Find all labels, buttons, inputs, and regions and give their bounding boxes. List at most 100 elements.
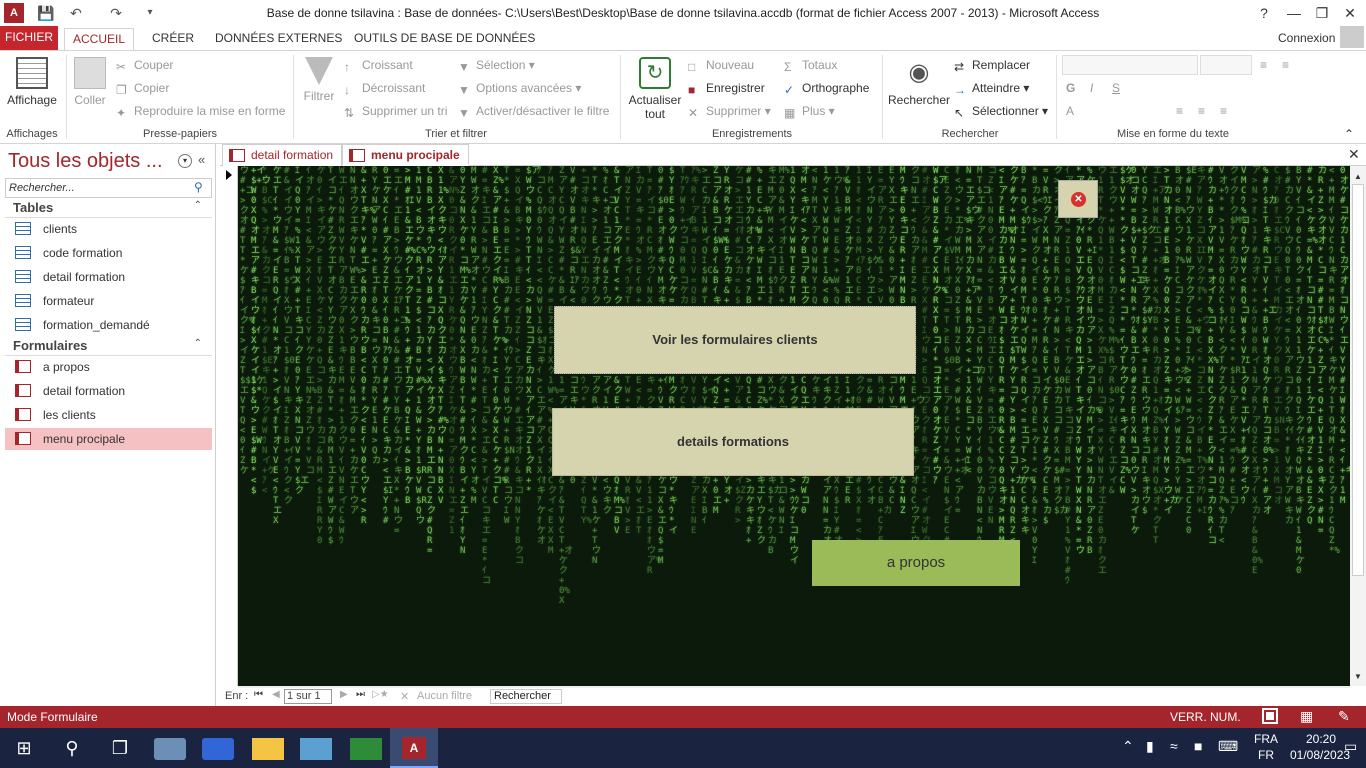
- access-taskbar-button[interactable]: A: [390, 728, 438, 768]
- align-right-icon[interactable]: ≡: [1220, 104, 1227, 118]
- app-icon[interactable]: [154, 738, 186, 760]
- form-view-icon[interactable]: [1262, 708, 1278, 724]
- app-icon[interactable]: [350, 738, 382, 760]
- design-view-icon[interactable]: ✎: [1338, 708, 1350, 725]
- scrollbar-thumb[interactable]: [1352, 184, 1364, 576]
- actualiser-tout-button[interactable]: ↻ Actualiser tout: [626, 57, 684, 121]
- tab-donnees-externes[interactable]: DONNÉES EXTERNES: [207, 28, 350, 50]
- nav-item-table[interactable]: formateur: [5, 290, 212, 312]
- a-propos-button[interactable]: a propos: [812, 540, 1020, 586]
- previous-record-icon[interactable]: ◀: [272, 689, 280, 700]
- totaux-button[interactable]: Σ Totaux: [784, 58, 837, 74]
- language-primary[interactable]: FRA: [1254, 732, 1278, 746]
- enregistrer-button[interactable]: ■ Enregistrer: [688, 81, 765, 97]
- coller-button[interactable]: Coller: [70, 57, 110, 107]
- couper-button[interactable]: ✂ Couper: [116, 58, 173, 74]
- remplacer-button[interactable]: ⇄ Remplacer: [954, 58, 1030, 74]
- filter-status[interactable]: Aucun filtre: [417, 690, 472, 702]
- font-size-select[interactable]: [1200, 55, 1252, 75]
- croissant-button[interactable]: ↑ Croissant: [344, 58, 413, 74]
- collapse-ribbon-icon[interactable]: ⌃: [1344, 127, 1354, 141]
- atteindre-button[interactable]: → Atteindre ▾: [954, 81, 1029, 97]
- nav-item-form[interactable]: detail formation: [5, 380, 212, 402]
- nav-item-table[interactable]: formation_demandé: [5, 314, 212, 336]
- clock-date[interactable]: 01/08/2023: [1290, 748, 1350, 762]
- scroll-up-icon[interactable]: ▲: [1354, 172, 1362, 181]
- details-formations-button[interactable]: details formations: [552, 408, 914, 476]
- minimize-button[interactable]: —: [1280, 2, 1308, 24]
- battery-icon[interactable]: ▮: [1146, 738, 1154, 755]
- search-icon[interactable]: ⚲: [194, 180, 203, 194]
- scroll-down-icon[interactable]: ▼: [1354, 672, 1362, 681]
- app-icon[interactable]: [300, 738, 332, 760]
- close-form-button[interactable]: ✕: [1058, 180, 1098, 218]
- tab-fichier[interactable]: FICHIER: [0, 26, 58, 50]
- search-icon[interactable]: ⚲: [56, 732, 88, 764]
- network-icon[interactable]: ≈: [1170, 738, 1178, 754]
- nav-search-input[interactable]: Rechercher...: [5, 178, 212, 198]
- next-record-icon[interactable]: ▶: [340, 689, 348, 700]
- app-icon[interactable]: [202, 738, 234, 760]
- section-tables[interactable]: Tables ⌃: [5, 198, 212, 218]
- vertical-scrollbar[interactable]: ▲ ▼: [1350, 166, 1366, 686]
- help-button[interactable]: ?: [1250, 2, 1278, 24]
- nav-item-table[interactable]: detail formation: [5, 266, 212, 288]
- options-avancees-button[interactable]: ▼ Options avancées ▾: [458, 81, 581, 97]
- supprimer-button[interactable]: ✕ Supprimer ▾: [688, 104, 771, 120]
- nav-item-form-selected[interactable]: menu procipale: [5, 428, 212, 450]
- numbered-list-icon[interactable]: ≡: [1282, 58, 1289, 72]
- volume-icon[interactable]: ■: [1194, 738, 1202, 754]
- filtrer-button[interactable]: Filtrer: [298, 57, 340, 103]
- reproduire-button[interactable]: ✦ Reproduire la mise en forme: [116, 104, 285, 120]
- close-document-icon[interactable]: ✕: [1348, 146, 1360, 163]
- nav-menu-dropdown-icon[interactable]: ▾: [178, 154, 192, 168]
- doc-tab-menu-procipale[interactable]: menu procipale: [342, 144, 469, 166]
- decroissant-button[interactable]: ↓ Décroissant: [344, 81, 425, 97]
- nav-item-form[interactable]: a propos: [5, 356, 212, 378]
- tab-outils[interactable]: OUTILS DE BASE DE DONNÉES: [346, 28, 543, 50]
- nouveau-button[interactable]: □ Nouveau: [688, 58, 754, 74]
- language-secondary[interactable]: FR: [1258, 748, 1274, 762]
- affichage-button[interactable]: Affichage: [4, 57, 60, 107]
- file-explorer-icon[interactable]: [252, 738, 284, 760]
- new-record-nav-icon[interactable]: ▷★: [372, 689, 389, 700]
- last-record-icon[interactable]: ⏭: [356, 689, 365, 700]
- windows-start-icon[interactable]: ⊞: [8, 732, 40, 764]
- nav-item-table[interactable]: clients: [5, 218, 212, 240]
- section-formulaires[interactable]: Formulaires ⌃: [5, 336, 212, 356]
- selectionner-button[interactable]: ↖ Sélectionner ▾: [954, 104, 1048, 120]
- connexion-link[interactable]: Connexion: [1270, 28, 1343, 50]
- plus-button[interactable]: ▦ Plus ▾: [784, 104, 835, 120]
- record-selector[interactable]: [220, 166, 238, 686]
- keyboard-icon[interactable]: ⌨: [1218, 738, 1238, 755]
- close-button[interactable]: ✕: [1336, 2, 1364, 24]
- nav-title[interactable]: Tous les objets ...: [8, 150, 163, 173]
- supprimer-tri-button[interactable]: ⇅ Supprimer un tri: [344, 104, 447, 120]
- orthographe-button[interactable]: ✓ Orthographe: [784, 81, 869, 97]
- doc-tab-detail-formation[interactable]: detail formation: [222, 144, 343, 166]
- font-color-icon[interactable]: A: [1066, 104, 1074, 118]
- underline-icon[interactable]: S: [1112, 81, 1120, 95]
- activer-filtre-button[interactable]: ▼ Activer/désactiver le filtre: [458, 104, 609, 120]
- copier-button[interactable]: ❐ Copier: [116, 81, 169, 97]
- nav-item-form[interactable]: les clients: [5, 404, 212, 426]
- datasheet-view-icon[interactable]: ▦: [1300, 708, 1313, 725]
- italic-icon[interactable]: I: [1090, 81, 1093, 95]
- chevron-up-icon[interactable]: ⌃: [1122, 738, 1134, 755]
- selection-button[interactable]: ▼ Sélection ▾: [458, 58, 535, 74]
- restore-button[interactable]: ❐: [1308, 2, 1336, 24]
- tab-creer[interactable]: CRÉER: [144, 28, 202, 50]
- bullet-list-icon[interactable]: ≡: [1260, 58, 1267, 72]
- align-left-icon[interactable]: ≡: [1176, 104, 1183, 118]
- align-center-icon[interactable]: ≡: [1198, 104, 1205, 118]
- voir-formulaires-clients-button[interactable]: Voir les formulaires clients: [554, 306, 916, 374]
- notifications-icon[interactable]: ▭: [1344, 738, 1357, 755]
- user-avatar[interactable]: [1340, 26, 1364, 48]
- record-search-input[interactable]: Rechercher: [490, 689, 562, 704]
- bold-icon[interactable]: G: [1066, 81, 1075, 95]
- record-position-input[interactable]: 1 sur 1: [284, 689, 332, 704]
- nav-collapse-icon[interactable]: «: [198, 152, 205, 167]
- rechercher-button[interactable]: ◉ Rechercher: [886, 57, 952, 107]
- tab-accueil[interactable]: ACCUEIL: [64, 28, 135, 50]
- first-record-icon[interactable]: ⏮: [254, 689, 263, 700]
